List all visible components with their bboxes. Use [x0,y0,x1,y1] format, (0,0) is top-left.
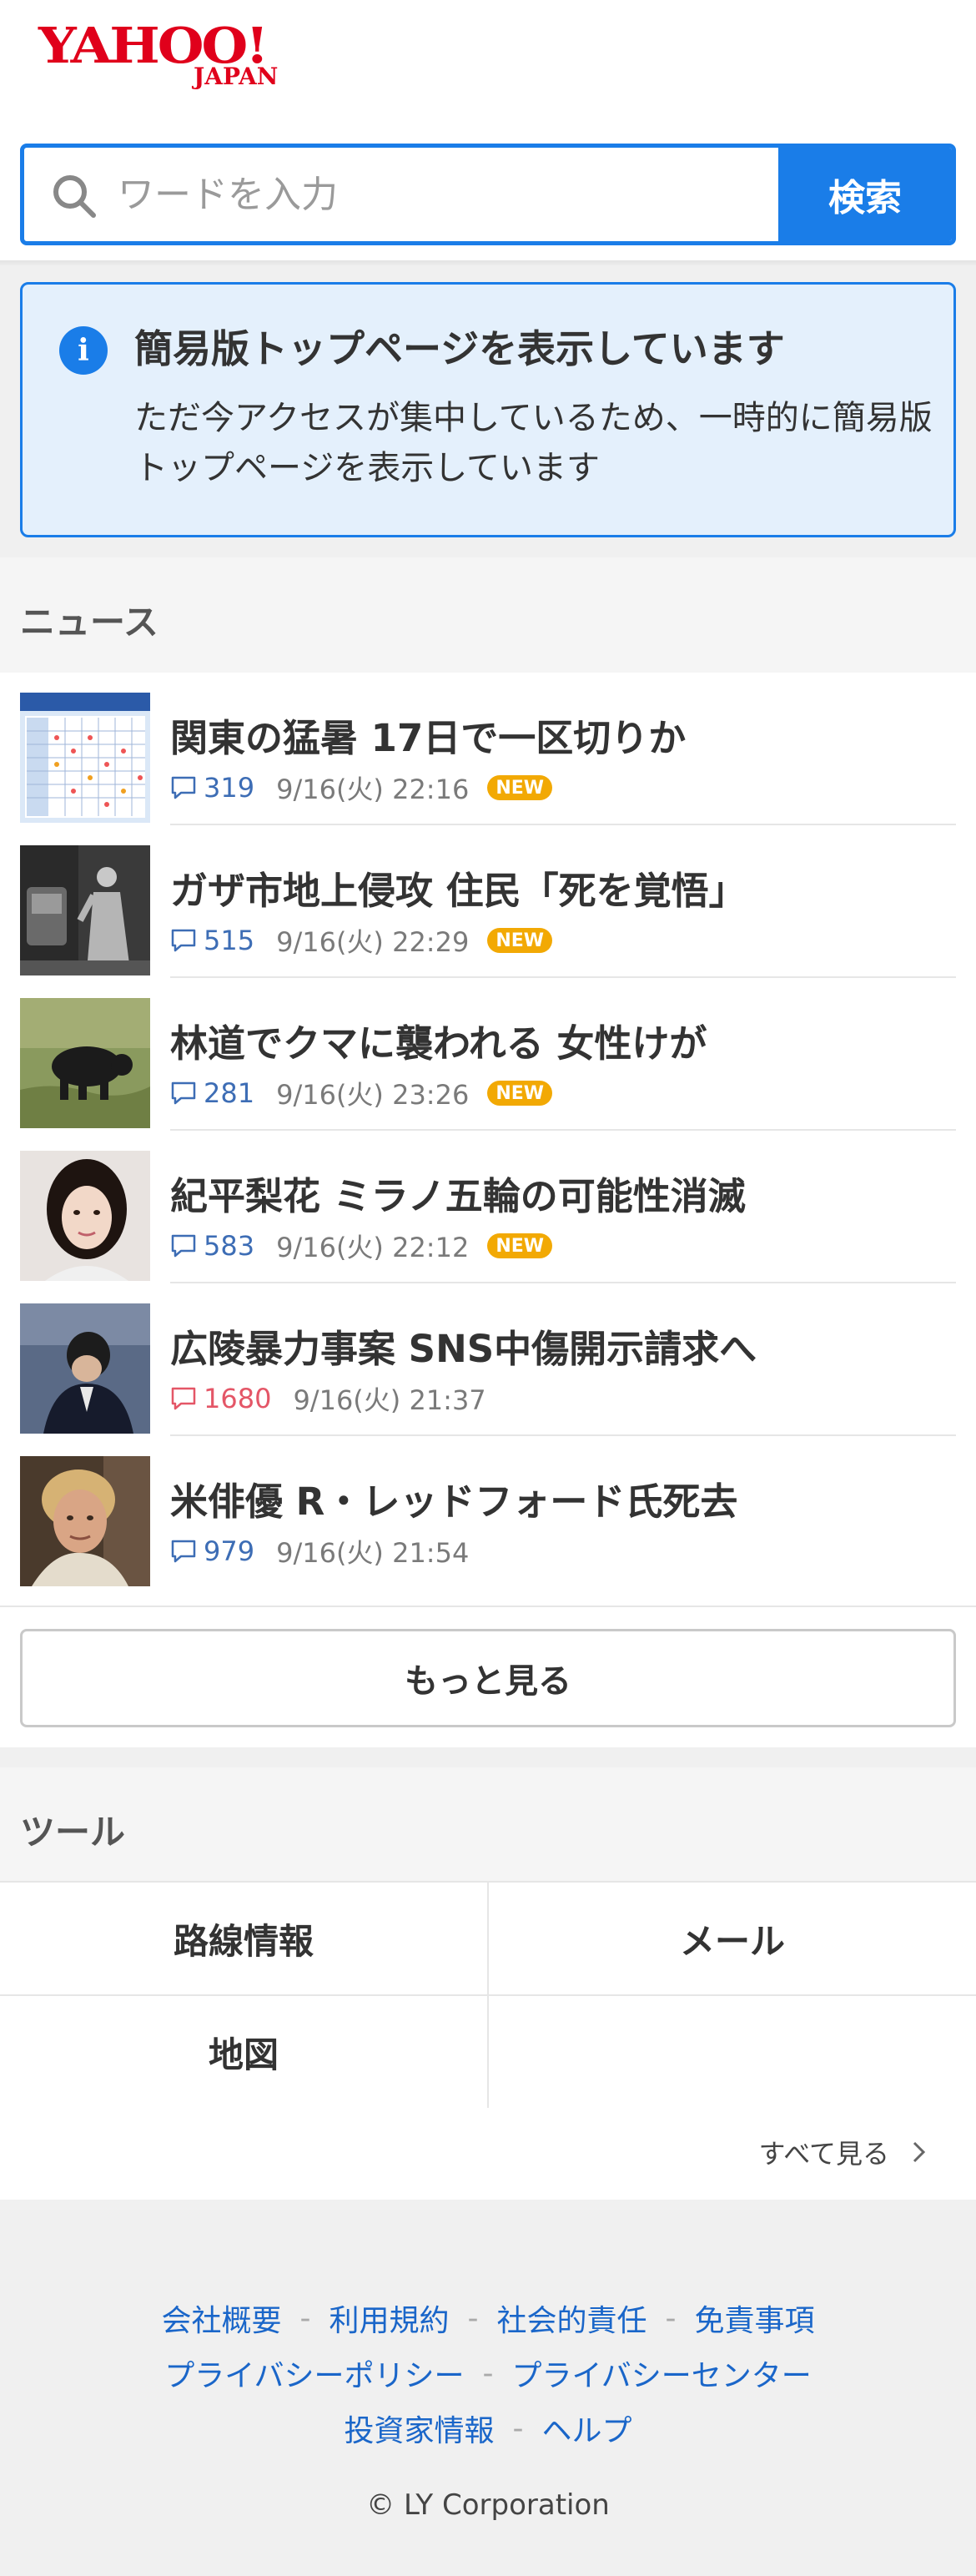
news-meta: 1680 9/16(火) 21:37 [170,1382,505,1416]
footer-link-help[interactable]: ヘルプ [542,2407,632,2450]
comment-icon [171,1540,196,1563]
footer-links-row-3: 投資家情報 - ヘルプ [0,2407,976,2450]
header: YAHOO! JAPAN 検索 [0,0,976,264]
grid-divider-horizontal [0,1994,976,1996]
footer-separator: - [665,2301,677,2336]
news-section-label: ニュース [20,602,158,643]
notice-area: i 簡易版トップページを表示しています ただ今アクセスが集中しているため、一時的… [0,265,976,557]
see-all-label: すべて見る [758,2138,889,2170]
news-date: 9/16(火) 22:16 [276,774,470,805]
news-headline[interactable]: 林道でクマに襲われる 女性けが [170,1013,707,1067]
news-thumbnail-gaza [20,845,150,975]
news-meta: 583 9/16(火) 22:12 NEW [170,1229,553,1263]
comment-count: 583 [204,1230,255,1262]
news-date: 9/16(火) 21:37 [293,1384,486,1416]
footer: 会社概要 - 利用規約 - 社会的責任 - 免責事項 プライバシーポリシー - … [0,2200,976,2576]
tools-section-label: ツール [20,1812,126,1853]
tool-route-info[interactable]: 路線情報 [0,1883,487,1994]
search-input[interactable] [118,159,768,229]
new-badge: NEW [487,1081,553,1106]
notice-title: 簡易版トップページを表示しています [134,326,785,371]
see-all-row: すべて見る [0,2108,976,2200]
new-badge: NEW [487,1233,553,1258]
see-all-link[interactable]: すべて見る [759,2133,931,2171]
news-item[interactable]: 林道でクマに襲われる 女性けが 281 9/16(火) 23:26 NEW [0,978,976,1131]
news-headline[interactable]: 関東の猛暑 17日で一区切りか [170,708,686,762]
new-badge: NEW [487,775,553,800]
logo-sub: JAPAN [194,63,279,90]
section-gap [0,1747,976,1767]
footer-link-responsibility[interactable]: 社会的責任 [497,2296,647,2340]
comment-count: 515 [204,925,255,956]
news-list: 関東の猛暑 17日で一区切りか 319 9/16(火) 22:16 NEW ガザ… [0,673,976,1589]
news-item[interactable]: 紀平梨花 ミラノ五輪の可能性消滅 583 9/16(火) 22:12 NEW [0,1131,976,1283]
footer-link-company[interactable]: 会社概要 [161,2296,281,2340]
footer-separator: - [467,2301,479,2336]
news-thumbnail-bear [20,998,150,1128]
news-headline[interactable]: ガザ市地上侵攻 住民「死を覚悟」 [170,860,747,915]
footer-link-terms[interactable]: 利用規約 [329,2296,449,2340]
news-meta: 979 9/16(火) 21:54 [170,1535,487,1569]
news-meta: 515 9/16(火) 22:29 NEW [170,924,553,958]
more-area: もっと見る [0,1606,976,1747]
news-date: 9/16(火) 21:54 [276,1537,470,1569]
news-thumbnail-skater [20,1151,150,1281]
comment-count: 319 [204,772,255,804]
news-headline[interactable]: 紀平梨花 ミラノ五輪の可能性消滅 [170,1166,746,1220]
comment-count: 979 [204,1535,255,1567]
footer-separator: - [482,2356,494,2391]
footer-links-row-1: 会社概要 - 利用規約 - 社会的責任 - 免責事項 [0,2296,976,2340]
news-item[interactable]: 米俳優 R・レッドフォード氏死去 979 9/16(火) 21:54 [0,1436,976,1589]
news-thumbnail-weather [20,693,150,823]
search-button[interactable]: 検索 [778,148,952,241]
search-bar: 検索 [20,144,956,245]
more-news-button[interactable]: もっと見る [20,1629,956,1727]
footer-links-row-2: プライバシーポリシー - プライバシーセンター [0,2352,976,2395]
tool-mail[interactable]: メール [489,1883,976,1994]
tool-empty-slot [489,1996,976,2108]
news-section-header: ニュース [0,557,976,674]
search-icon [53,175,96,218]
comment-icon [171,1387,196,1410]
notice-box: i 簡易版トップページを表示しています ただ今アクセスが集中しているため、一時的… [20,282,956,537]
footer-link-disclaimer[interactable]: 免責事項 [695,2296,815,2340]
tools-grid: 路線情報 メール 地図 [0,1881,976,2110]
news-item[interactable]: 関東の猛暑 17日で一区切りか 319 9/16(火) 22:16 NEW [0,673,976,825]
yahoo-japan-logo[interactable]: YAHOO! JAPAN [38,22,302,97]
news-headline[interactable]: 広陵暴力事案 SNS中傷開示請求へ [170,1318,757,1373]
footer-separator: - [299,2301,311,2336]
footer-link-privacy-policy[interactable]: プライバシーポリシー [164,2352,464,2395]
news-meta: 281 9/16(火) 23:26 NEW [170,1076,553,1111]
news-item[interactable]: ガザ市地上侵攻 住民「死を覚悟」 515 9/16(火) 22:29 NEW [0,825,976,978]
footer-link-investors[interactable]: 投資家情報 [344,2407,494,2450]
notice-body: ただ今アクセスが集中しているため、一時的に簡易版トップページを表示しています [134,399,933,487]
chevron-right-icon [913,2141,926,2163]
info-icon: i [59,326,108,375]
news-item[interactable]: 広陵暴力事案 SNS中傷開示請求へ 1680 9/16(火) 21:37 [0,1283,976,1436]
news-date: 9/16(火) 23:26 [276,1079,470,1111]
comment-count: 1680 [204,1383,272,1414]
footer-link-privacy-center[interactable]: プライバシーセンター [512,2352,812,2395]
comment-icon [171,1081,196,1105]
comment-icon [171,776,196,799]
tools-section-header: ツール [0,1767,976,1881]
tool-map[interactable]: 地図 [0,1996,487,2108]
news-date: 9/16(火) 22:12 [276,1232,470,1263]
footer-separator: - [512,2411,524,2446]
new-badge: NEW [487,928,553,953]
news-thumbnail-actor [20,1456,150,1586]
news-thumbnail-press [20,1303,150,1434]
news-meta: 319 9/16(火) 22:16 NEW [170,771,553,805]
comment-icon [171,1234,196,1258]
copyright: © LY Corporation [366,2488,610,2522]
news-date: 9/16(火) 22:29 [276,926,470,958]
comment-count: 281 [204,1077,255,1109]
news-headline[interactable]: 米俳優 R・レッドフォード氏死去 [170,1471,737,1525]
search-input-wrap [24,148,780,241]
comment-icon [171,929,196,952]
